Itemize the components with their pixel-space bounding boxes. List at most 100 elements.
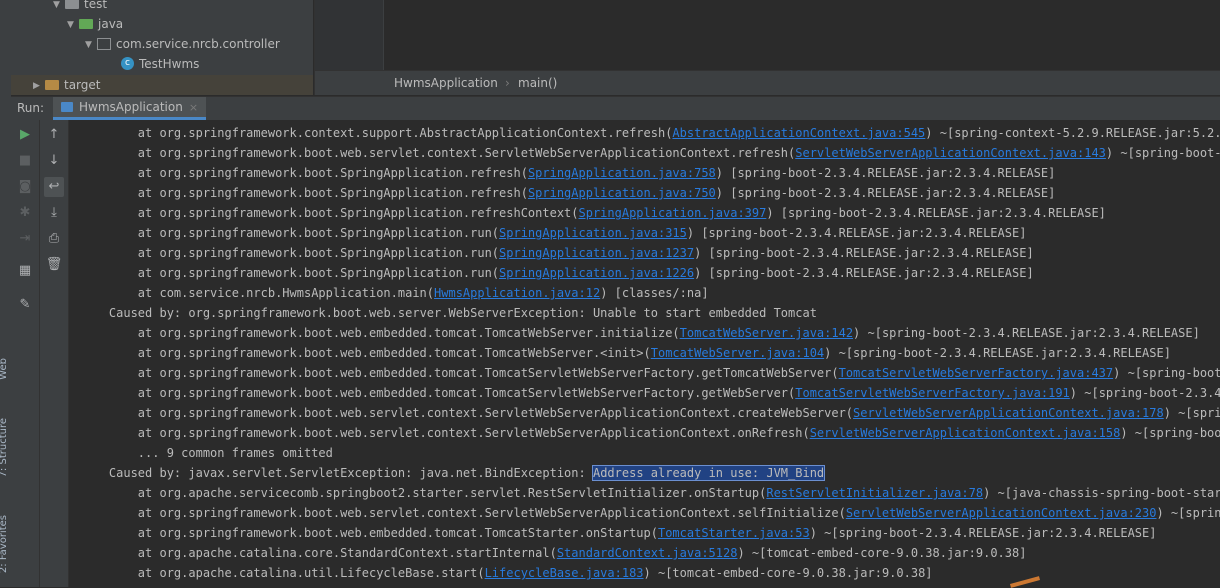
source-link[interactable]: TomcatWebServer.java:142 — [680, 326, 853, 340]
line-suffix: ) ~[spring-boot-2.3.4.RELEASE.jar:2.3.4.… — [1113, 366, 1220, 380]
source-link[interactable]: LifecycleBase.java:183 — [485, 566, 644, 580]
pin-icon[interactable]: ✎ — [15, 295, 35, 315]
line-suffix: ) [spring-boot-2.3.4.RELEASE.jar:2.3.4.R… — [694, 246, 1034, 260]
console-line: ... 9 common frames omitted — [80, 443, 333, 463]
print-icon[interactable]: ⎙ — [44, 229, 64, 249]
breadcrumb-separator: › — [505, 76, 510, 90]
tab-hwms-application[interactable]: HwmsApplication × — [53, 97, 207, 120]
source-link[interactable]: SpringApplication.java:315 — [499, 226, 687, 240]
console-line: at org.springframework.boot.SpringApplic… — [80, 243, 1034, 263]
console-output[interactable]: at org.springframework.context.support.A… — [69, 120, 1220, 587]
console-line: at org.springframework.boot.web.embedded… — [80, 343, 1171, 363]
source-link[interactable]: SpringApplication.java:1226 — [499, 266, 694, 280]
source-link[interactable]: RestServletInitializer.java:78 — [766, 486, 983, 500]
source-link[interactable]: SpringApplication.java:750 — [528, 186, 716, 200]
chevron-down-icon[interactable]: ▼ — [67, 15, 79, 35]
line-suffix: ) ~[spring-boot-2.3.4.RELEASE.jar:2.3.4.… — [1156, 506, 1220, 520]
run-toolbar-primary: ▶ ■ ◙ ✱ ⇥ ▦ ✎ — [11, 120, 40, 587]
breadcrumb-item-class[interactable]: HwmsApplication — [394, 71, 498, 95]
tree-item-label: TestHwms — [139, 57, 200, 71]
console-line: at org.springframework.boot.web.embedded… — [80, 323, 1200, 343]
source-link[interactable]: ServletWebServerApplicationContext.java:… — [846, 506, 1157, 520]
line-suffix: ) ~[spring-boot-2.3.4.RELEASE.jar:2.3.4.… — [1105, 146, 1220, 160]
line-text: at org.apache.servicecomb.springboot2.st… — [137, 486, 767, 500]
close-icon[interactable]: × — [189, 101, 198, 114]
tree-item-label: target — [64, 78, 101, 92]
tree-item-java[interactable]: ▼ java — [67, 14, 123, 34]
run-label: Run: — [17, 101, 45, 115]
line-text: at org.springframework.boot.web.embedded… — [137, 526, 658, 540]
source-link[interactable]: AbstractApplicationContext.java:545 — [672, 126, 925, 140]
line-suffix: ) [spring-boot-2.3.4.RELEASE.jar:2.3.4.R… — [715, 186, 1056, 200]
line-suffix: ) ~[spring-context-5.2.9.RELEASE.jar:5.2… — [925, 126, 1220, 140]
selected-text[interactable]: Address already in use: JVM_Bind — [591, 465, 826, 481]
source-link[interactable]: ServletWebServerApplicationContext.java:… — [853, 406, 1164, 420]
line-suffix: ) ~[spring-boot-2.3.4.RELEASE.jar:2.3.4.… — [1163, 406, 1220, 420]
stop-icon[interactable]: ■ — [15, 151, 35, 171]
editor-gutter — [315, 0, 384, 70]
chevron-down-icon[interactable]: ▼ — [53, 0, 65, 15]
line-text: at org.springframework.boot.web.servlet.… — [137, 426, 810, 440]
camera-icon[interactable]: ◙ — [15, 177, 35, 197]
source-link[interactable]: ServletWebServerApplicationContext.java:… — [795, 146, 1106, 160]
tree-item-test[interactable]: ▼ test — [53, 0, 107, 14]
source-link[interactable]: SpringApplication.java:1237 — [499, 246, 694, 260]
arrow-down-icon[interactable]: ↓ — [44, 151, 64, 171]
scroll-to-end-icon[interactable]: ⤓ — [44, 203, 64, 223]
trash-icon[interactable]: 🗑 — [44, 255, 64, 275]
breadcrumb: HwmsApplication › main() — [315, 70, 1220, 95]
line-text: at org.springframework.boot.SpringApplic… — [137, 206, 579, 220]
line-suffix: ) ~[java-chassis-spring-boot-starter-ser… — [983, 486, 1220, 500]
tab-label: HwmsApplication — [79, 100, 183, 114]
console-line: at org.springframework.boot.web.servlet.… — [80, 503, 1220, 523]
layout-icon[interactable]: ▦ — [15, 261, 35, 281]
breadcrumb-item-method[interactable]: main() — [518, 71, 557, 95]
line-suffix: ) ~[spring-boot-2.3.4.RELEASE.jar:2.3.4.… — [853, 326, 1200, 340]
tree-item-testhwms[interactable]: c TestHwms — [121, 54, 199, 74]
console-line: at org.springframework.boot.web.embedded… — [80, 363, 1220, 383]
tree-item-target[interactable]: ▶ target — [11, 75, 313, 95]
line-text: at org.springframework.boot.web.servlet.… — [137, 506, 846, 520]
line-text: at org.springframework.boot.web.embedded… — [137, 386, 796, 400]
line-text: at org.springframework.boot.SpringApplic… — [137, 226, 500, 240]
run-icon[interactable]: ▶ — [15, 125, 35, 145]
chevron-right-icon[interactable]: ▶ — [33, 76, 45, 96]
source-link[interactable]: SpringApplication.java:758 — [528, 166, 716, 180]
line-text: at org.springframework.boot.SpringApplic… — [137, 186, 528, 200]
line-suffix: ) ~[tomcat-embed-core-9.0.38.jar:9.0.38] — [643, 566, 933, 580]
line-text: at org.apache.catalina.util.LifecycleBas… — [137, 566, 485, 580]
console-line: at org.apache.catalina.core.StandardCont… — [80, 543, 1027, 563]
chevron-down-icon[interactable]: ▼ — [85, 35, 97, 55]
source-link[interactable]: StandardContext.java:5128 — [557, 546, 738, 560]
line-suffix: ) ~[spring-boot-2.3.4.RELEASE.jar:2.3.4.… — [1069, 386, 1220, 400]
editor-area[interactable]: HwmsApplication › main() — [314, 0, 1220, 95]
source-link[interactable]: TomcatServletWebServerFactory.java:191 — [795, 386, 1070, 400]
source-link[interactable]: ServletWebServerApplicationContext.java:… — [810, 426, 1121, 440]
source-link[interactable]: TomcatWebServer.java:104 — [651, 346, 824, 360]
debug-icon[interactable]: ✱ — [15, 203, 35, 223]
source-link[interactable]: TomcatStarter.java:53 — [658, 526, 810, 540]
soft-wrap-icon[interactable]: ↩ — [44, 177, 64, 197]
source-link[interactable]: TomcatServletWebServerFactory.java:437 — [839, 366, 1114, 380]
console-line: at org.springframework.boot.SpringApplic… — [80, 223, 1027, 243]
arrow-up-icon[interactable]: ↑ — [44, 125, 64, 145]
source-link[interactable]: HwmsApplication.java:12 — [434, 286, 600, 300]
source-link[interactable]: SpringApplication.java:397 — [579, 206, 767, 220]
tree-item-package[interactable]: ▼ com.service.nrcb.controller — [85, 34, 280, 54]
line-text: at org.apache.catalina.core.StandardCont… — [137, 546, 557, 560]
exit-icon[interactable]: ⇥ — [15, 229, 35, 249]
line-suffix: ) [spring-boot-2.3.4.RELEASE.jar:2.3.4.R… — [715, 166, 1056, 180]
